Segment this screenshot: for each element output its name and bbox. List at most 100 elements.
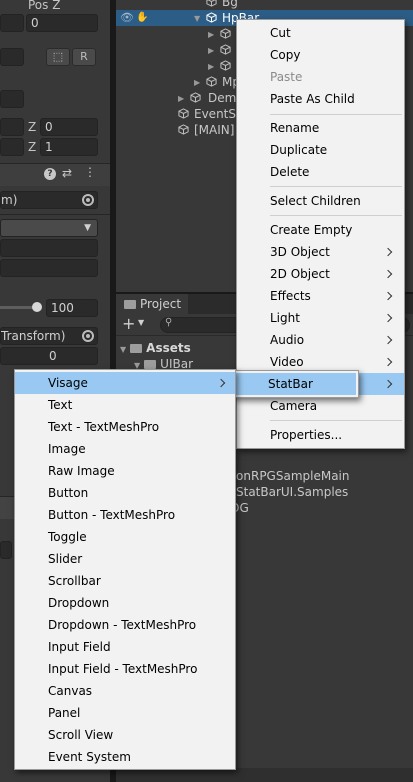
- anchor-field[interactable]: [0, 90, 24, 108]
- menu-separator: [270, 215, 402, 216]
- chevron-down-icon[interactable]: ▼: [138, 318, 144, 327]
- gameobject-icon: [178, 124, 189, 135]
- menu-item-create-empty[interactable]: Create Empty: [237, 219, 404, 241]
- visibility-eye-icon[interactable]: 👁: [120, 10, 134, 26]
- menu-item-paste: Paste: [270, 70, 303, 84]
- search-icon: ⚲: [165, 317, 173, 328]
- rotation-y-field[interactable]: [0, 118, 24, 136]
- hierarchy-label: Bg: [222, 0, 238, 9]
- gameobject-icon: [220, 28, 231, 39]
- collapse-arrow-icon[interactable]: ▶: [208, 27, 214, 43]
- menu-item-slider[interactable]: Slider: [15, 548, 235, 570]
- chevron-right-icon: [216, 378, 226, 388]
- menu-item-dropdown-tmp[interactable]: Dropdown - TextMeshPro: [15, 614, 235, 636]
- menu-item-audio[interactable]: Audio: [237, 329, 404, 351]
- tree-item[interactable]: StatBarUI.Samples: [236, 484, 348, 500]
- menu-item-properties[interactable]: Properties...: [237, 424, 404, 446]
- collapse-arrow-icon[interactable]: ▶: [194, 75, 200, 91]
- tree-item-assets[interactable]: ▼ Assets: [120, 340, 191, 356]
- dropdown-field[interactable]: ▼: [0, 219, 98, 237]
- help-icon[interactable]: ?: [44, 168, 56, 180]
- tab-project[interactable]: Project: [116, 294, 188, 314]
- pos-y-field[interactable]: [0, 14, 24, 32]
- folder-icon: [124, 300, 136, 309]
- menu-item-rename[interactable]: Rename: [237, 117, 404, 139]
- collapse-arrow-icon[interactable]: ▶: [178, 91, 184, 107]
- menu-item-text-tmp[interactable]: Text - TextMeshPro: [15, 416, 235, 438]
- menu-separator: [270, 420, 402, 421]
- tab-project-label: Project: [140, 297, 182, 311]
- menu-item-2d-object[interactable]: 2D Object: [237, 263, 404, 285]
- scale-z-label: Z: [28, 140, 37, 154]
- menu-item-text[interactable]: Text: [15, 394, 235, 416]
- menu-item-canvas[interactable]: Canvas: [15, 680, 235, 702]
- gameobject-icon: [206, 76, 217, 87]
- menu-item-image[interactable]: Image: [15, 438, 235, 460]
- menu-item-panel[interactable]: Panel: [15, 702, 235, 724]
- gameobject-icon: [206, 0, 217, 7]
- transform-picker-icon[interactable]: [82, 330, 94, 342]
- text-field-2[interactable]: [0, 259, 98, 277]
- scale-z-field[interactable]: 1: [40, 138, 98, 156]
- menu-item-raw-image[interactable]: Raw Image: [15, 460, 235, 482]
- menu-item-paste-as-child[interactable]: Paste As Child: [237, 88, 404, 110]
- rotation-z-field[interactable]: 0: [40, 118, 98, 136]
- menu-item-delete[interactable]: Delete: [237, 161, 404, 183]
- menu-item-duplicate[interactable]: Duplicate: [237, 139, 404, 161]
- menu-item-button[interactable]: Button: [15, 482, 235, 504]
- scale-y-field[interactable]: [0, 138, 24, 156]
- object-picker-icon[interactable]: [82, 194, 94, 206]
- add-asset-button[interactable]: +: [122, 314, 135, 334]
- status-bar: [116, 768, 413, 782]
- menu-item-copy[interactable]: Copy: [237, 44, 404, 66]
- preset-icon[interactable]: ⇄: [62, 166, 72, 180]
- text-field-1[interactable]: [0, 239, 98, 257]
- menu-item-input-field[interactable]: Input Field: [15, 636, 235, 658]
- collapse-arrow-icon[interactable]: ▶: [208, 43, 214, 59]
- menu-item-dropdown[interactable]: Dropdown: [15, 592, 235, 614]
- menu-item-scroll-view[interactable]: Scroll View: [15, 724, 235, 746]
- pos-z-label: Pos Z: [28, 0, 61, 12]
- tree-item-label: tionRPGSampleMain: [228, 469, 350, 483]
- menu-item-3d-object[interactable]: 3D Object: [237, 241, 404, 263]
- menu-item-camera[interactable]: Camera: [237, 395, 404, 417]
- gameobject-icon: [220, 60, 231, 71]
- folder-icon: [130, 344, 143, 353]
- ui-submenu: Visage Text Text - TextMeshPro Image Raw…: [14, 369, 236, 770]
- chevron-right-icon: [383, 357, 393, 367]
- pos-z-field[interactable]: 0: [26, 14, 98, 32]
- small-field[interactable]: [0, 541, 12, 559]
- expand-arrow-icon[interactable]: ▼: [194, 11, 200, 27]
- rotation-z-label: Z: [28, 120, 37, 134]
- menu-separator: [270, 114, 402, 115]
- hierarchy-label: [MAIN]: [194, 123, 235, 137]
- menu-item-toggle[interactable]: Toggle: [15, 526, 235, 548]
- width-field[interactable]: [0, 48, 24, 66]
- component-header: ? ⇄ ⋮: [0, 164, 110, 186]
- tree-item[interactable]: tionRPGSampleMain: [228, 468, 350, 484]
- slider-handle[interactable]: [32, 302, 42, 312]
- menu-item-light[interactable]: Light: [237, 307, 404, 329]
- chevron-right-icon: [383, 335, 393, 345]
- menu-item-event-system[interactable]: Event System: [15, 746, 235, 768]
- hierarchy-row[interactable]: Bg: [116, 0, 413, 10]
- menu-item-input-field-tmp[interactable]: Input Field - TextMeshPro: [15, 658, 235, 680]
- menu-item-effects[interactable]: Effects: [237, 285, 404, 307]
- menu-item-visage[interactable]: Visage: [15, 372, 235, 394]
- pick-hand-icon[interactable]: ✋: [136, 10, 148, 26]
- value-field[interactable]: 0: [0, 347, 98, 365]
- menu-item-scrollbar[interactable]: Scrollbar: [15, 570, 235, 592]
- more-icon[interactable]: ⋮: [84, 165, 96, 179]
- tree-item-label: Assets: [146, 341, 191, 355]
- chevron-down-icon: ▼: [84, 223, 91, 233]
- menu-item-select-children[interactable]: Select Children: [237, 190, 404, 212]
- menu-item-statbar[interactable]: StatBar: [235, 373, 356, 395]
- raw-edit-button[interactable]: R: [72, 48, 96, 66]
- menu-item-cut[interactable]: Cut: [237, 22, 404, 44]
- menu-item-button-tmp[interactable]: Button - TextMeshPro: [15, 504, 235, 526]
- tree-item-label: StatBarUI.Samples: [236, 485, 349, 499]
- gameobject-icon: [206, 12, 217, 23]
- blueprint-mode-button[interactable]: ⬚: [46, 48, 70, 66]
- collapse-arrow-icon[interactable]: ▶: [208, 59, 214, 75]
- slider-value-field[interactable]: 100: [46, 299, 98, 317]
